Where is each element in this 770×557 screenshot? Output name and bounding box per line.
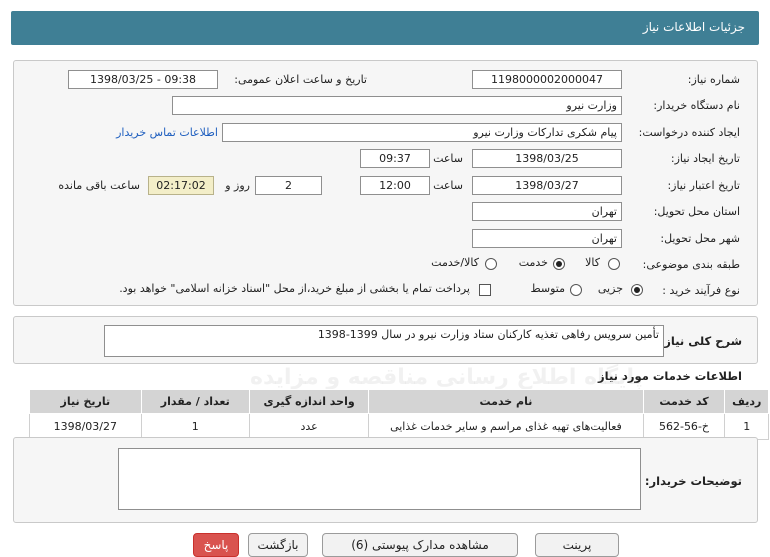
created-time-field: 09:37 [360, 149, 430, 168]
col-quantity: تعداد / مقدار [140, 389, 250, 414]
col-service-code: کد خدمت [642, 389, 726, 414]
cell-unit: عدد [248, 413, 370, 440]
creator-label: ایجاد کننده درخواست: [638, 126, 740, 139]
summary-field: تأمین سرویس رفاهی تغذیه کارکنان ستاد وزا… [104, 325, 664, 357]
process-option-minor: جزیی [597, 282, 623, 295]
buyer-notes-field [118, 448, 641, 510]
process-radio-medium[interactable] [570, 284, 582, 296]
category-option-service: خدمت [518, 256, 548, 269]
print-button[interactable]: پرینت [535, 533, 619, 557]
table-row: 1 خ-56-562 فعالیت‌های تهیه غذای مراسم و … [29, 413, 769, 440]
category-radio-service[interactable] [553, 258, 565, 270]
province-label: استان محل تحویل: [653, 205, 740, 218]
city-label: شهر محل تحویل: [660, 232, 740, 245]
col-service-name: نام خدمت [368, 389, 644, 414]
valid-time-label: ساعت [433, 179, 463, 192]
valid-time-field: 12:00 [360, 176, 430, 195]
cell-row: 1 [724, 413, 769, 440]
cell-service-name: فعالیت‌های تهیه غذای مراسم و سایر خدمات … [368, 413, 644, 440]
created-date-field: 1398/03/25 [472, 149, 622, 168]
category-label: طبقه بندی موضوعی: [642, 258, 740, 271]
back-button[interactable]: بازگشت [248, 533, 308, 557]
need-number-label: شماره نیاز: [687, 73, 740, 86]
summary-label: شرح کلی نیاز: [659, 334, 742, 348]
page-title: جزئیات اطلاعات نیاز [642, 20, 745, 34]
treasury-payment-note: پرداخت تمام یا بخشی از مبلغ خرید،از محل … [119, 282, 470, 295]
category-radio-goods[interactable] [608, 258, 620, 270]
process-option-medium: متوسط [530, 282, 565, 295]
reply-button[interactable]: پاسخ [193, 533, 239, 557]
creator-field: پیام شکری تدارکات وزارت نیرو [222, 123, 622, 142]
process-radio-minor[interactable] [631, 284, 643, 296]
watermark-tagline: پایگاه اطلاع رسانی مناقصه و مزایده [250, 365, 643, 390]
cell-need-date: 1398/03/27 [29, 413, 142, 440]
category-option-goods: کالا [585, 256, 600, 269]
created-time-label: ساعت [433, 152, 463, 165]
category-radio-goods-service[interactable] [485, 258, 497, 270]
process-label: نوع فرآیند خرید : [662, 284, 740, 297]
col-unit: واحد اندازه گیری [248, 389, 370, 414]
need-number-field: 1198000002000047 [472, 70, 622, 89]
valid-date-field: 1398/03/27 [472, 176, 622, 195]
remaining-time-field: 02:17:02 [148, 176, 214, 195]
announce-date-label: تاریخ و ساعت اعلان عمومی: [234, 73, 367, 86]
services-header-row: ردیف کد خدمت نام خدمت واحد اندازه گیری ت… [29, 389, 769, 414]
buyer-org-field: وزارت نیرو [172, 96, 622, 115]
services-table: ردیف کد خدمت نام خدمت واحد اندازه گیری ت… [29, 389, 769, 440]
valid-date-label: تاریخ اعتبار نیاز: [667, 179, 740, 192]
cell-quantity: 1 [140, 413, 250, 440]
treasury-payment-checkbox[interactable] [479, 284, 491, 296]
province-field: تهران [472, 202, 622, 221]
cell-service-code: خ-56-562 [642, 413, 726, 440]
buyer-notes-label: توضیحات خریدار: [644, 474, 742, 488]
services-title: اطلاعات خدمات مورد نیاز [598, 369, 742, 383]
buyer-contact-link[interactable]: اطلاعات تماس خریدار [116, 126, 218, 139]
page-header: جزئیات اطلاعات نیاز [11, 11, 759, 45]
city-field: تهران [472, 229, 622, 248]
remaining-time-label: ساعت باقی مانده [58, 179, 140, 192]
col-row: ردیف [724, 389, 769, 414]
created-date-label: تاریخ ایجاد نیاز: [670, 152, 740, 165]
view-attachments-button[interactable]: مشاهده مدارک پیوستی (6) [322, 533, 518, 557]
announce-date-field: 1398/03/25 - 09:38 [68, 70, 218, 89]
category-option-goods-service: کالا/خدمت [431, 256, 479, 269]
remaining-days-field: 2 [255, 176, 322, 195]
col-need-date: تاریخ نیاز [29, 389, 142, 414]
days-label: روز و [225, 179, 250, 192]
buyer-org-label: نام دستگاه خریدار: [653, 99, 740, 112]
